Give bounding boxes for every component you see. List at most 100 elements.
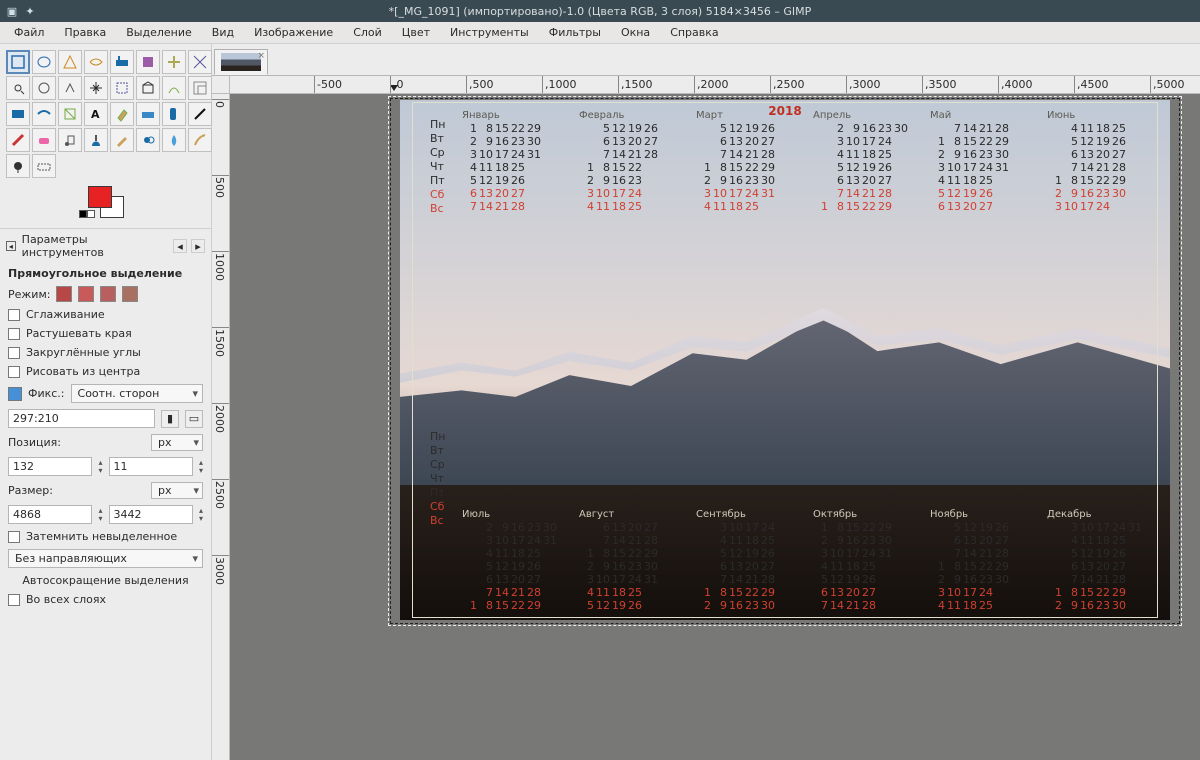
menu-инструменты[interactable]: Инструменты [442, 24, 537, 41]
pos-x-input[interactable]: 132 [8, 457, 92, 476]
fixed-check[interactable] [8, 387, 22, 401]
tool-button-3[interactable] [84, 50, 108, 74]
tool-button-25[interactable] [32, 128, 56, 152]
image-thumbnail [221, 53, 261, 71]
mode-subtract-button[interactable] [100, 286, 116, 302]
ruler-corner [212, 76, 230, 94]
center-check[interactable]: Рисовать из центра [8, 365, 203, 378]
menu-выделение[interactable]: Выделение [118, 24, 200, 41]
tool-options-title: Параметры инструментов [22, 233, 167, 259]
svg-text:A: A [91, 108, 100, 121]
ruler-horizontal[interactable]: -500,0,500,1000,1500,2000,2500,3000,3500… [230, 76, 1200, 94]
fg-color-swatch[interactable] [88, 186, 112, 208]
tool-button-14[interactable] [162, 76, 186, 100]
tool-name: Прямоугольное выделение [8, 267, 203, 280]
ratio-portrait-button[interactable]: ▮ [161, 410, 179, 428]
pin-icon[interactable]: ✦ [24, 5, 36, 17]
color-swatches[interactable] [0, 182, 211, 228]
swatch-reset[interactable] [79, 210, 95, 218]
mode-add-button[interactable] [78, 286, 94, 302]
tool-button-0[interactable] [6, 50, 30, 74]
menu-окна[interactable]: Окна [613, 24, 658, 41]
tool-button-19[interactable]: A [84, 102, 108, 126]
titlebar: ▣ ✦ *[_MG_1091] (импортировано)-1.0 (Цве… [0, 0, 1200, 22]
tool-button-9[interactable] [32, 76, 56, 100]
position-unit-dropdown[interactable]: px [151, 434, 203, 451]
image-tab[interactable]: × [214, 49, 268, 75]
tool-button-6[interactable] [162, 50, 186, 74]
image-tabstrip[interactable]: × [212, 44, 1200, 76]
tool-button-18[interactable] [58, 102, 82, 126]
tool-button-33[interactable] [32, 154, 56, 178]
tool-options-body: Прямоугольное выделение Режим: Сглаживан… [0, 263, 211, 614]
tool-button-28[interactable] [110, 128, 134, 152]
menu-правка[interactable]: Правка [56, 24, 114, 41]
tool-button-4[interactable] [110, 50, 134, 74]
panel-detach-icon[interactable]: ▸ [191, 239, 205, 253]
tool-button-10[interactable] [58, 76, 82, 100]
menu-справка[interactable]: Справка [662, 24, 726, 41]
selection-frame[interactable] [412, 102, 1158, 618]
tool-button-30[interactable] [162, 128, 186, 152]
canvas-area: × -500,0,500,1000,1500,2000,2500,3000,35… [212, 44, 1200, 760]
tool-button-23[interactable] [188, 102, 212, 126]
size-unit-dropdown[interactable]: px [151, 482, 203, 499]
alllayers-check[interactable]: Во всех слоях [8, 593, 203, 606]
tool-button-1[interactable] [32, 50, 56, 74]
size-h-input[interactable]: 3442 [109, 505, 193, 524]
collapse-icon[interactable]: ◂ [6, 241, 16, 251]
mode-label: Режим: [8, 288, 50, 301]
tool-grid: A [0, 44, 211, 182]
window-icon: ▣ [6, 5, 18, 17]
fixed-dropdown[interactable]: Соотн. сторон [71, 384, 203, 403]
tool-button-31[interactable] [188, 128, 212, 152]
tool-button-2[interactable] [58, 50, 82, 74]
tool-button-22[interactable] [162, 102, 186, 126]
tool-button-11[interactable] [84, 76, 108, 100]
tool-button-27[interactable] [84, 128, 108, 152]
menu-фильтры[interactable]: Фильтры [541, 24, 609, 41]
darken-check[interactable]: Затемнить невыделенное [8, 530, 203, 543]
fixed-label: Фикс.: [28, 387, 65, 400]
tool-button-32[interactable] [6, 154, 30, 178]
menubar[interactable]: ФайлПравкаВыделениеВидИзображениеСлойЦве… [0, 22, 1200, 44]
mode-replace-button[interactable] [56, 286, 72, 302]
image-viewport[interactable]: 2018 ПнВтСрЧтПтСбВс ПнВтСрЧтПтСбВс Январ… [230, 94, 1200, 760]
rounded-check[interactable]: Закруглённые углы [8, 346, 203, 359]
ratio-input[interactable]: 297:210 [8, 409, 155, 428]
autoshrink-button[interactable]: Автосокращение выделения [8, 574, 203, 587]
ruler-vertical[interactable]: 050010001500200025003000 [212, 94, 230, 760]
tool-options-header[interactable]: ◂ Параметры инструментов ◂ ▸ [0, 228, 211, 263]
window-title: *[_MG_1091] (импортировано)-1.0 (Цвета R… [389, 5, 812, 18]
tool-button-20[interactable] [110, 102, 134, 126]
tool-button-15[interactable] [188, 76, 212, 100]
mode-intersect-button[interactable] [122, 286, 138, 302]
position-label: Позиция: [8, 436, 61, 449]
menu-файл[interactable]: Файл [6, 24, 52, 41]
toolbox-panel: A ◂ Параметры инструментов ◂ ▸ Прямоуголь… [0, 44, 212, 760]
panel-menu-icon[interactable]: ◂ [173, 239, 187, 253]
pos-y-input[interactable]: 11 [109, 457, 193, 476]
tool-button-17[interactable] [32, 102, 56, 126]
guides-dropdown[interactable]: Без направляющих [8, 549, 203, 568]
tool-button-8[interactable] [6, 76, 30, 100]
size-label: Размер: [8, 484, 53, 497]
tool-button-16[interactable] [6, 102, 30, 126]
tool-button-24[interactable] [6, 128, 30, 152]
menu-цвет[interactable]: Цвет [394, 24, 438, 41]
menu-слой[interactable]: Слой [345, 24, 390, 41]
size-w-input[interactable]: 4868 [8, 505, 92, 524]
tool-button-12[interactable] [110, 76, 134, 100]
tool-button-5[interactable] [136, 50, 160, 74]
tool-button-21[interactable] [136, 102, 160, 126]
ratio-landscape-button[interactable]: ▭ [185, 410, 203, 428]
close-tab-button[interactable]: × [257, 51, 265, 61]
tool-button-29[interactable] [136, 128, 160, 152]
tool-button-26[interactable] [58, 128, 82, 152]
tool-button-7[interactable] [188, 50, 212, 74]
antialias-check[interactable]: Сглаживание [8, 308, 203, 321]
menu-вид[interactable]: Вид [204, 24, 242, 41]
tool-button-13[interactable] [136, 76, 160, 100]
feather-check[interactable]: Растушевать края [8, 327, 203, 340]
menu-изображение[interactable]: Изображение [246, 24, 341, 41]
